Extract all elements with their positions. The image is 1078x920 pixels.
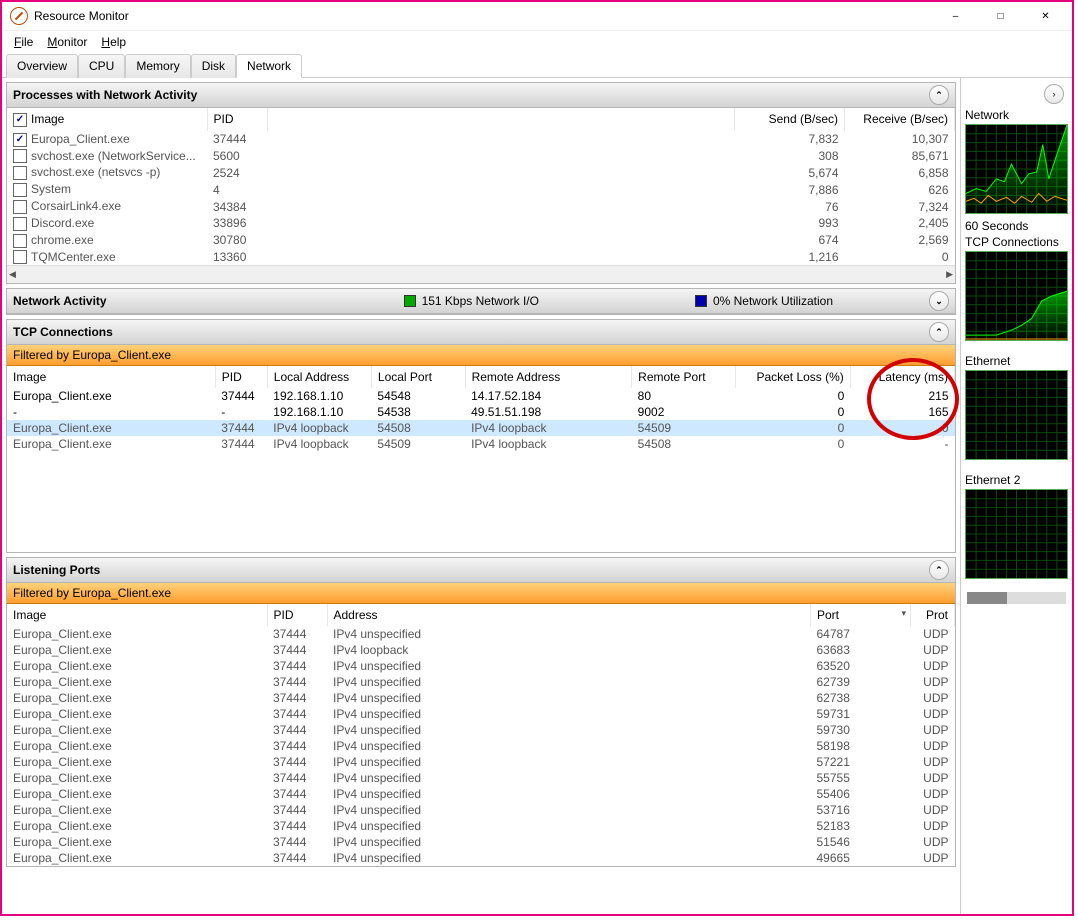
network-graph: [965, 124, 1068, 214]
processes-table: Image PID Send (B/sec) Receive (B/sec) E…: [7, 108, 955, 265]
graph-label-tcp: TCP Connections: [965, 235, 1068, 249]
table-row[interactable]: Europa_Client.exe37444IPv4 unspecified55…: [7, 786, 955, 802]
table-row[interactable]: Europa_Client.exe374447,83210,307: [7, 131, 955, 148]
listen-filter-bar: Filtered by Europa_Client.exe: [7, 583, 955, 604]
checkbox-icon[interactable]: [13, 250, 27, 264]
tcp-filter-bar: Filtered by Europa_Client.exe: [7, 345, 955, 366]
graph-label-60s: 60 Seconds: [965, 219, 1068, 233]
horiz-scrollbar[interactable]: ◀▶: [7, 265, 955, 283]
app-icon: [10, 7, 28, 25]
checkbox-icon[interactable]: [13, 200, 27, 214]
window-title: Resource Monitor: [34, 9, 129, 23]
processes-panel: Processes with Network Activity ⌃ Image …: [6, 82, 956, 284]
graph-label-eth2: Ethernet 2: [965, 473, 1068, 487]
network-activity-title: Network Activity: [13, 294, 107, 308]
table-row[interactable]: Europa_Client.exe37444IPv4 unspecified58…: [7, 738, 955, 754]
table-row[interactable]: Europa_Client.exe37444IPv4 unspecified57…: [7, 754, 955, 770]
ethernet2-graph: [965, 489, 1068, 579]
menu-help[interactable]: Help: [95, 33, 132, 51]
listening-ports-table: Image PID Address Port Prot Europa_Clien…: [7, 604, 955, 866]
expand-button[interactable]: ⌄: [929, 291, 949, 311]
checkbox-all-icon[interactable]: [13, 113, 27, 127]
tcp-table: Image PID Local Address Local Port Remot…: [7, 366, 955, 452]
tcp-header[interactable]: TCP Connections ⌃: [7, 320, 955, 345]
sidebar-collapse-button[interactable]: ›: [1044, 84, 1064, 104]
table-row[interactable]: Europa_Client.exe37444IPv4 unspecified51…: [7, 834, 955, 850]
checkbox-icon[interactable]: [13, 183, 27, 197]
minimize-button[interactable]: –: [933, 2, 978, 30]
sidebar-scrollbar[interactable]: [967, 592, 1066, 604]
table-row[interactable]: Europa_Client.exe37444IPv4 loopback54508…: [7, 420, 955, 436]
tab-memory[interactable]: Memory: [125, 54, 190, 78]
graph-label-eth: Ethernet: [965, 354, 1068, 368]
processes-title: Processes with Network Activity: [13, 88, 197, 102]
tab-disk[interactable]: Disk: [191, 54, 236, 78]
listening-ports-title: Listening Ports: [13, 563, 100, 577]
menu-file[interactable]: File: [8, 33, 39, 51]
table-row[interactable]: Europa_Client.exe37444IPv4 unspecified52…: [7, 818, 955, 834]
left-pane[interactable]: Processes with Network Activity ⌃ Image …: [2, 78, 960, 914]
tab-overview[interactable]: Overview: [6, 54, 78, 78]
table-row[interactable]: Europa_Client.exe37444IPv4 unspecified55…: [7, 770, 955, 786]
table-row[interactable]: --192.168.1.105453849.51.51.19890020165: [7, 404, 955, 420]
resource-monitor-window: Resource Monitor – □ ✕ File Monitor Help…: [0, 0, 1074, 916]
table-row[interactable]: svchost.exe (NetworkService...560030885,…: [7, 148, 955, 165]
table-row[interactable]: System47,886626: [7, 181, 955, 198]
close-button[interactable]: ✕: [1023, 2, 1068, 30]
graph-label-network: Network: [965, 108, 1068, 122]
tcp-title: TCP Connections: [13, 325, 113, 339]
table-row[interactable]: Europa_Client.exe37444IPv4 unspecified53…: [7, 802, 955, 818]
menubar: File Monitor Help: [2, 31, 1072, 53]
table-row[interactable]: Europa_Client.exe37444IPv4 loopback63683…: [7, 642, 955, 658]
tab-network[interactable]: Network: [236, 54, 302, 78]
network-activity-panel: Network Activity 151 Kbps Network I/O 0%…: [6, 288, 956, 315]
listening-ports-panel: Listening Ports ⌃ Filtered by Europa_Cli…: [6, 557, 956, 867]
checkbox-icon[interactable]: [13, 234, 27, 248]
tab-cpu[interactable]: CPU: [78, 54, 125, 78]
legend-dot-blue: [695, 295, 707, 307]
checkbox-icon[interactable]: [13, 149, 27, 163]
checkbox-icon[interactable]: [13, 133, 27, 147]
table-row[interactable]: Discord.exe338969932,405: [7, 215, 955, 232]
table-row[interactable]: Europa_Client.exe37444IPv4 unspecified62…: [7, 674, 955, 690]
maximize-button[interactable]: □: [978, 2, 1023, 30]
table-header-row[interactable]: Image PID Send (B/sec) Receive (B/sec): [7, 108, 955, 131]
table-row[interactable]: Europa_Client.exe37444IPv4 unspecified59…: [7, 722, 955, 738]
processes-header[interactable]: Processes with Network Activity ⌃: [7, 83, 955, 108]
collapse-button[interactable]: ⌃: [929, 85, 949, 105]
right-sidebar: › Network 60 Seconds TCP Connection: [960, 78, 1072, 914]
table-header-row[interactable]: Image PID Address Port Prot: [7, 604, 955, 626]
listening-ports-header[interactable]: Listening Ports ⌃: [7, 558, 955, 583]
tcp-connections-panel: TCP Connections ⌃ Filtered by Europa_Cli…: [6, 319, 956, 553]
tab-strip: Overview CPU Memory Disk Network: [2, 53, 1072, 78]
table-row[interactable]: chrome.exe307806742,569: [7, 232, 955, 249]
checkbox-icon[interactable]: [13, 166, 27, 180]
titlebar[interactable]: Resource Monitor – □ ✕: [2, 2, 1072, 31]
network-activity-header[interactable]: Network Activity 151 Kbps Network I/O 0%…: [7, 289, 955, 314]
menu-monitor[interactable]: Monitor: [41, 33, 93, 51]
table-row[interactable]: Europa_Client.exe37444IPv4 unspecified63…: [7, 658, 955, 674]
table-row[interactable]: Europa_Client.exe37444IPv4 unspecified62…: [7, 690, 955, 706]
checkbox-icon[interactable]: [13, 217, 27, 231]
table-row[interactable]: Europa_Client.exe37444IPv4 unspecified59…: [7, 706, 955, 722]
collapse-button[interactable]: ⌃: [929, 322, 949, 342]
legend-dot-green: [404, 295, 416, 307]
tcp-graph: [965, 251, 1068, 341]
table-row[interactable]: TQMCenter.exe133601,2160: [7, 249, 955, 266]
table-row[interactable]: svchost.exe (netsvcs -p)25245,6746,858: [7, 164, 955, 181]
table-row[interactable]: Europa_Client.exe37444192.168.1.10545481…: [7, 388, 955, 404]
table-row[interactable]: Europa_Client.exe37444IPv4 loopback54509…: [7, 436, 955, 452]
collapse-button[interactable]: ⌃: [929, 560, 949, 580]
table-row[interactable]: CorsairLink4.exe34384767,324: [7, 198, 955, 215]
table-header-row[interactable]: Image PID Local Address Local Port Remot…: [7, 366, 955, 388]
table-row[interactable]: Europa_Client.exe37444IPv4 unspecified64…: [7, 626, 955, 642]
table-row[interactable]: Europa_Client.exe37444IPv4 unspecified49…: [7, 850, 955, 866]
ethernet-graph: [965, 370, 1068, 460]
